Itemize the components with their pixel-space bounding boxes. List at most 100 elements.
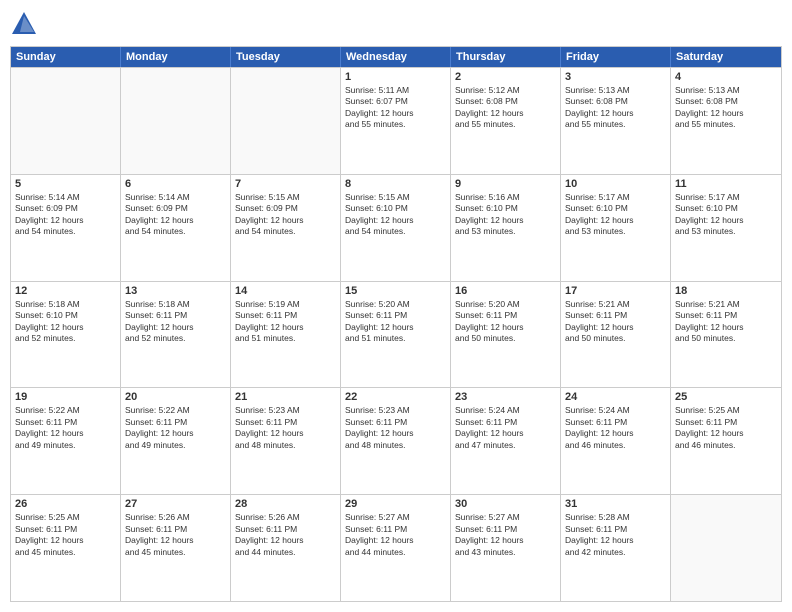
calendar: SundayMondayTuesdayWednesdayThursdayFrid… (10, 46, 782, 602)
calendar-cell: 21Sunrise: 5:23 AMSunset: 6:11 PMDayligh… (231, 388, 341, 494)
day-number: 13 (125, 285, 226, 297)
cell-line: and 55 minutes. (565, 119, 666, 130)
calendar-cell: 13Sunrise: 5:18 AMSunset: 6:11 PMDayligh… (121, 282, 231, 388)
cell-line: Sunset: 6:09 PM (15, 203, 116, 214)
cell-line: Sunrise: 5:14 AM (15, 192, 116, 203)
cell-line: Sunset: 6:10 PM (565, 203, 666, 214)
cell-line: Daylight: 12 hours (235, 215, 336, 226)
calendar-cell: 27Sunrise: 5:26 AMSunset: 6:11 PMDayligh… (121, 495, 231, 601)
cell-line: Sunset: 6:11 PM (345, 524, 446, 535)
cell-line: Daylight: 12 hours (565, 215, 666, 226)
day-number: 3 (565, 71, 666, 83)
cell-line: Sunrise: 5:23 AM (345, 405, 446, 416)
calendar-cell (11, 68, 121, 174)
day-number: 25 (675, 391, 777, 403)
cell-line: Sunrise: 5:18 AM (125, 299, 226, 310)
header-day-saturday: Saturday (671, 47, 781, 67)
calendar-cell: 7Sunrise: 5:15 AMSunset: 6:09 PMDaylight… (231, 175, 341, 281)
calendar-row-3: 12Sunrise: 5:18 AMSunset: 6:10 PMDayligh… (11, 281, 781, 388)
cell-line: Sunrise: 5:25 AM (675, 405, 777, 416)
day-number: 16 (455, 285, 556, 297)
day-number: 22 (345, 391, 446, 403)
cell-line: Daylight: 12 hours (15, 428, 116, 439)
cell-line: and 55 minutes. (345, 119, 446, 130)
day-number: 1 (345, 71, 446, 83)
day-number: 8 (345, 178, 446, 190)
cell-line: Sunset: 6:10 PM (15, 310, 116, 321)
cell-line: Sunset: 6:11 PM (345, 310, 446, 321)
calendar-cell: 6Sunrise: 5:14 AMSunset: 6:09 PMDaylight… (121, 175, 231, 281)
day-number: 30 (455, 498, 556, 510)
cell-line: and 54 minutes. (125, 226, 226, 237)
day-number: 12 (15, 285, 116, 297)
cell-line: Daylight: 12 hours (15, 535, 116, 546)
cell-line: and 53 minutes. (675, 226, 777, 237)
day-number: 15 (345, 285, 446, 297)
cell-line: Daylight: 12 hours (15, 322, 116, 333)
calendar-cell: 20Sunrise: 5:22 AMSunset: 6:11 PMDayligh… (121, 388, 231, 494)
cell-line: Daylight: 12 hours (15, 215, 116, 226)
calendar-cell (671, 495, 781, 601)
cell-line: Daylight: 12 hours (565, 322, 666, 333)
cell-line: Sunrise: 5:11 AM (345, 85, 446, 96)
cell-line: and 53 minutes. (455, 226, 556, 237)
cell-line: Sunset: 6:11 PM (125, 310, 226, 321)
cell-line: and 52 minutes. (15, 333, 116, 344)
calendar-body: 1Sunrise: 5:11 AMSunset: 6:07 PMDaylight… (11, 67, 781, 601)
cell-line: Daylight: 12 hours (345, 428, 446, 439)
cell-line: Sunrise: 5:26 AM (125, 512, 226, 523)
calendar-cell: 9Sunrise: 5:16 AMSunset: 6:10 PMDaylight… (451, 175, 561, 281)
cell-line: Sunrise: 5:27 AM (345, 512, 446, 523)
cell-line: and 45 minutes. (125, 547, 226, 558)
header-day-wednesday: Wednesday (341, 47, 451, 67)
cell-line: Sunrise: 5:19 AM (235, 299, 336, 310)
cell-line: Daylight: 12 hours (455, 428, 556, 439)
cell-line: Sunrise: 5:16 AM (455, 192, 556, 203)
cell-line: Daylight: 12 hours (345, 108, 446, 119)
cell-line: Sunrise: 5:21 AM (675, 299, 777, 310)
header-day-friday: Friday (561, 47, 671, 67)
cell-line: and 49 minutes. (125, 440, 226, 451)
day-number: 14 (235, 285, 336, 297)
cell-line: Sunset: 6:11 PM (235, 417, 336, 428)
cell-line: Daylight: 12 hours (675, 428, 777, 439)
cell-line: Sunset: 6:11 PM (125, 524, 226, 535)
cell-line: Sunset: 6:11 PM (565, 524, 666, 535)
header-day-thursday: Thursday (451, 47, 561, 67)
cell-line: Sunset: 6:09 PM (125, 203, 226, 214)
calendar-row-2: 5Sunrise: 5:14 AMSunset: 6:09 PMDaylight… (11, 174, 781, 281)
cell-line: Sunrise: 5:15 AM (345, 192, 446, 203)
cell-line: Daylight: 12 hours (675, 322, 777, 333)
logo-icon (10, 10, 38, 38)
calendar-cell: 25Sunrise: 5:25 AMSunset: 6:11 PMDayligh… (671, 388, 781, 494)
cell-line: Sunset: 6:07 PM (345, 96, 446, 107)
cell-line: Sunrise: 5:22 AM (15, 405, 116, 416)
cell-line: Daylight: 12 hours (565, 428, 666, 439)
cell-line: and 44 minutes. (345, 547, 446, 558)
day-number: 2 (455, 71, 556, 83)
calendar-cell: 18Sunrise: 5:21 AMSunset: 6:11 PMDayligh… (671, 282, 781, 388)
day-number: 18 (675, 285, 777, 297)
day-number: 28 (235, 498, 336, 510)
day-number: 29 (345, 498, 446, 510)
cell-line: Daylight: 12 hours (455, 322, 556, 333)
cell-line: and 54 minutes. (235, 226, 336, 237)
cell-line: Sunrise: 5:18 AM (15, 299, 116, 310)
day-number: 27 (125, 498, 226, 510)
cell-line: and 48 minutes. (235, 440, 336, 451)
cell-line: Sunset: 6:11 PM (345, 417, 446, 428)
cell-line: and 43 minutes. (455, 547, 556, 558)
cell-line: and 42 minutes. (565, 547, 666, 558)
calendar-cell: 4Sunrise: 5:13 AMSunset: 6:08 PMDaylight… (671, 68, 781, 174)
cell-line: Sunrise: 5:14 AM (125, 192, 226, 203)
day-number: 26 (15, 498, 116, 510)
cell-line: and 50 minutes. (455, 333, 556, 344)
cell-line: Daylight: 12 hours (125, 428, 226, 439)
cell-line: Daylight: 12 hours (675, 215, 777, 226)
calendar-cell: 23Sunrise: 5:24 AMSunset: 6:11 PMDayligh… (451, 388, 561, 494)
cell-line: Daylight: 12 hours (675, 108, 777, 119)
header-day-tuesday: Tuesday (231, 47, 341, 67)
cell-line: Sunset: 6:08 PM (565, 96, 666, 107)
cell-line: and 50 minutes. (565, 333, 666, 344)
cell-line: Sunset: 6:11 PM (565, 310, 666, 321)
